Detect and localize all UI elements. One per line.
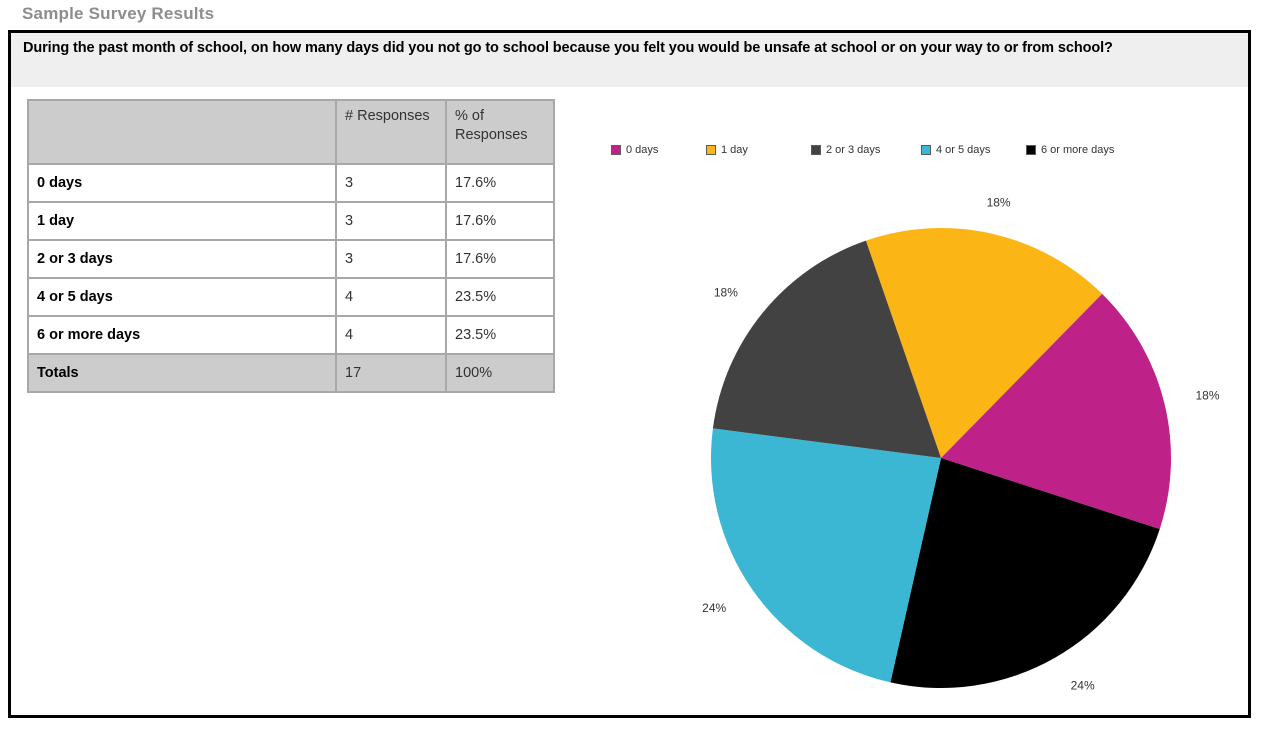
- question-banner: During the past month of school, on how …: [11, 33, 1248, 87]
- results-panel: During the past month of school, on how …: [8, 30, 1251, 718]
- totals-percent: 100%: [447, 355, 553, 391]
- column-header-category: [29, 101, 335, 163]
- row-label: 0 days: [29, 165, 335, 201]
- table-row: 4 or 5 days 4 23.5%: [29, 279, 553, 315]
- row-label: 6 or more days: [29, 317, 335, 353]
- column-header-percent: % of Responses: [447, 101, 553, 163]
- table-header-row: # Responses % of Responses: [29, 101, 553, 163]
- row-label: 1 day: [29, 203, 335, 239]
- table-row: 6 or more days 4 23.5%: [29, 317, 553, 353]
- totals-label: Totals: [29, 355, 335, 391]
- pie-slice-label: 18%: [714, 286, 738, 300]
- row-count: 4: [337, 279, 445, 315]
- row-label: 4 or 5 days: [29, 279, 335, 315]
- totals-count: 17: [337, 355, 445, 391]
- row-count: 3: [337, 203, 445, 239]
- question-text: During the past month of school, on how …: [23, 40, 1113, 56]
- page-title: Sample Survey Results: [22, 4, 215, 23]
- table-body: 0 days 3 17.6% 1 day 3 17.6% 2 or 3 days 3 17.6%…: [29, 165, 553, 391]
- pie-chart-svg: 18% 18% 24% 24% 18%: [702, 195, 1220, 693]
- table-row: 2 or 3 days 3 17.6%: [29, 241, 553, 277]
- pie-slice-label: 24%: [1071, 679, 1095, 693]
- row-count: 3: [337, 165, 445, 201]
- table-header: # Responses % of Responses: [29, 101, 553, 163]
- column-header-count: # Responses: [337, 101, 445, 163]
- table-row: 1 day 3 17.6%: [29, 203, 553, 239]
- table-row: 0 days 3 17.6%: [29, 165, 553, 201]
- pie-slice-label: 18%: [987, 195, 1011, 209]
- row-percent: 17.6%: [447, 241, 553, 277]
- row-percent: 17.6%: [447, 165, 553, 201]
- row-percent: 23.5%: [447, 317, 553, 353]
- row-percent: 17.6%: [447, 203, 553, 239]
- pie-slices: [710, 228, 1171, 689]
- results-table: # Responses % of Responses 0 days 3 17.6% 1…: [27, 99, 555, 393]
- pie-slice-label: 18%: [1196, 389, 1220, 403]
- row-percent: 23.5%: [447, 279, 553, 315]
- row-count: 4: [337, 317, 445, 353]
- row-count: 3: [337, 241, 445, 277]
- table-totals-row: Totals 17 100%: [29, 355, 553, 391]
- pie-slice-label: 24%: [702, 601, 726, 615]
- pie-chart: 18% 18% 24% 24% 18%: [611, 93, 1241, 703]
- row-label: 2 or 3 days: [29, 241, 335, 277]
- pie-chart-area: 0 days 1 day 2 or 3 days 4 or 5 days 6 or mo…: [611, 93, 1241, 703]
